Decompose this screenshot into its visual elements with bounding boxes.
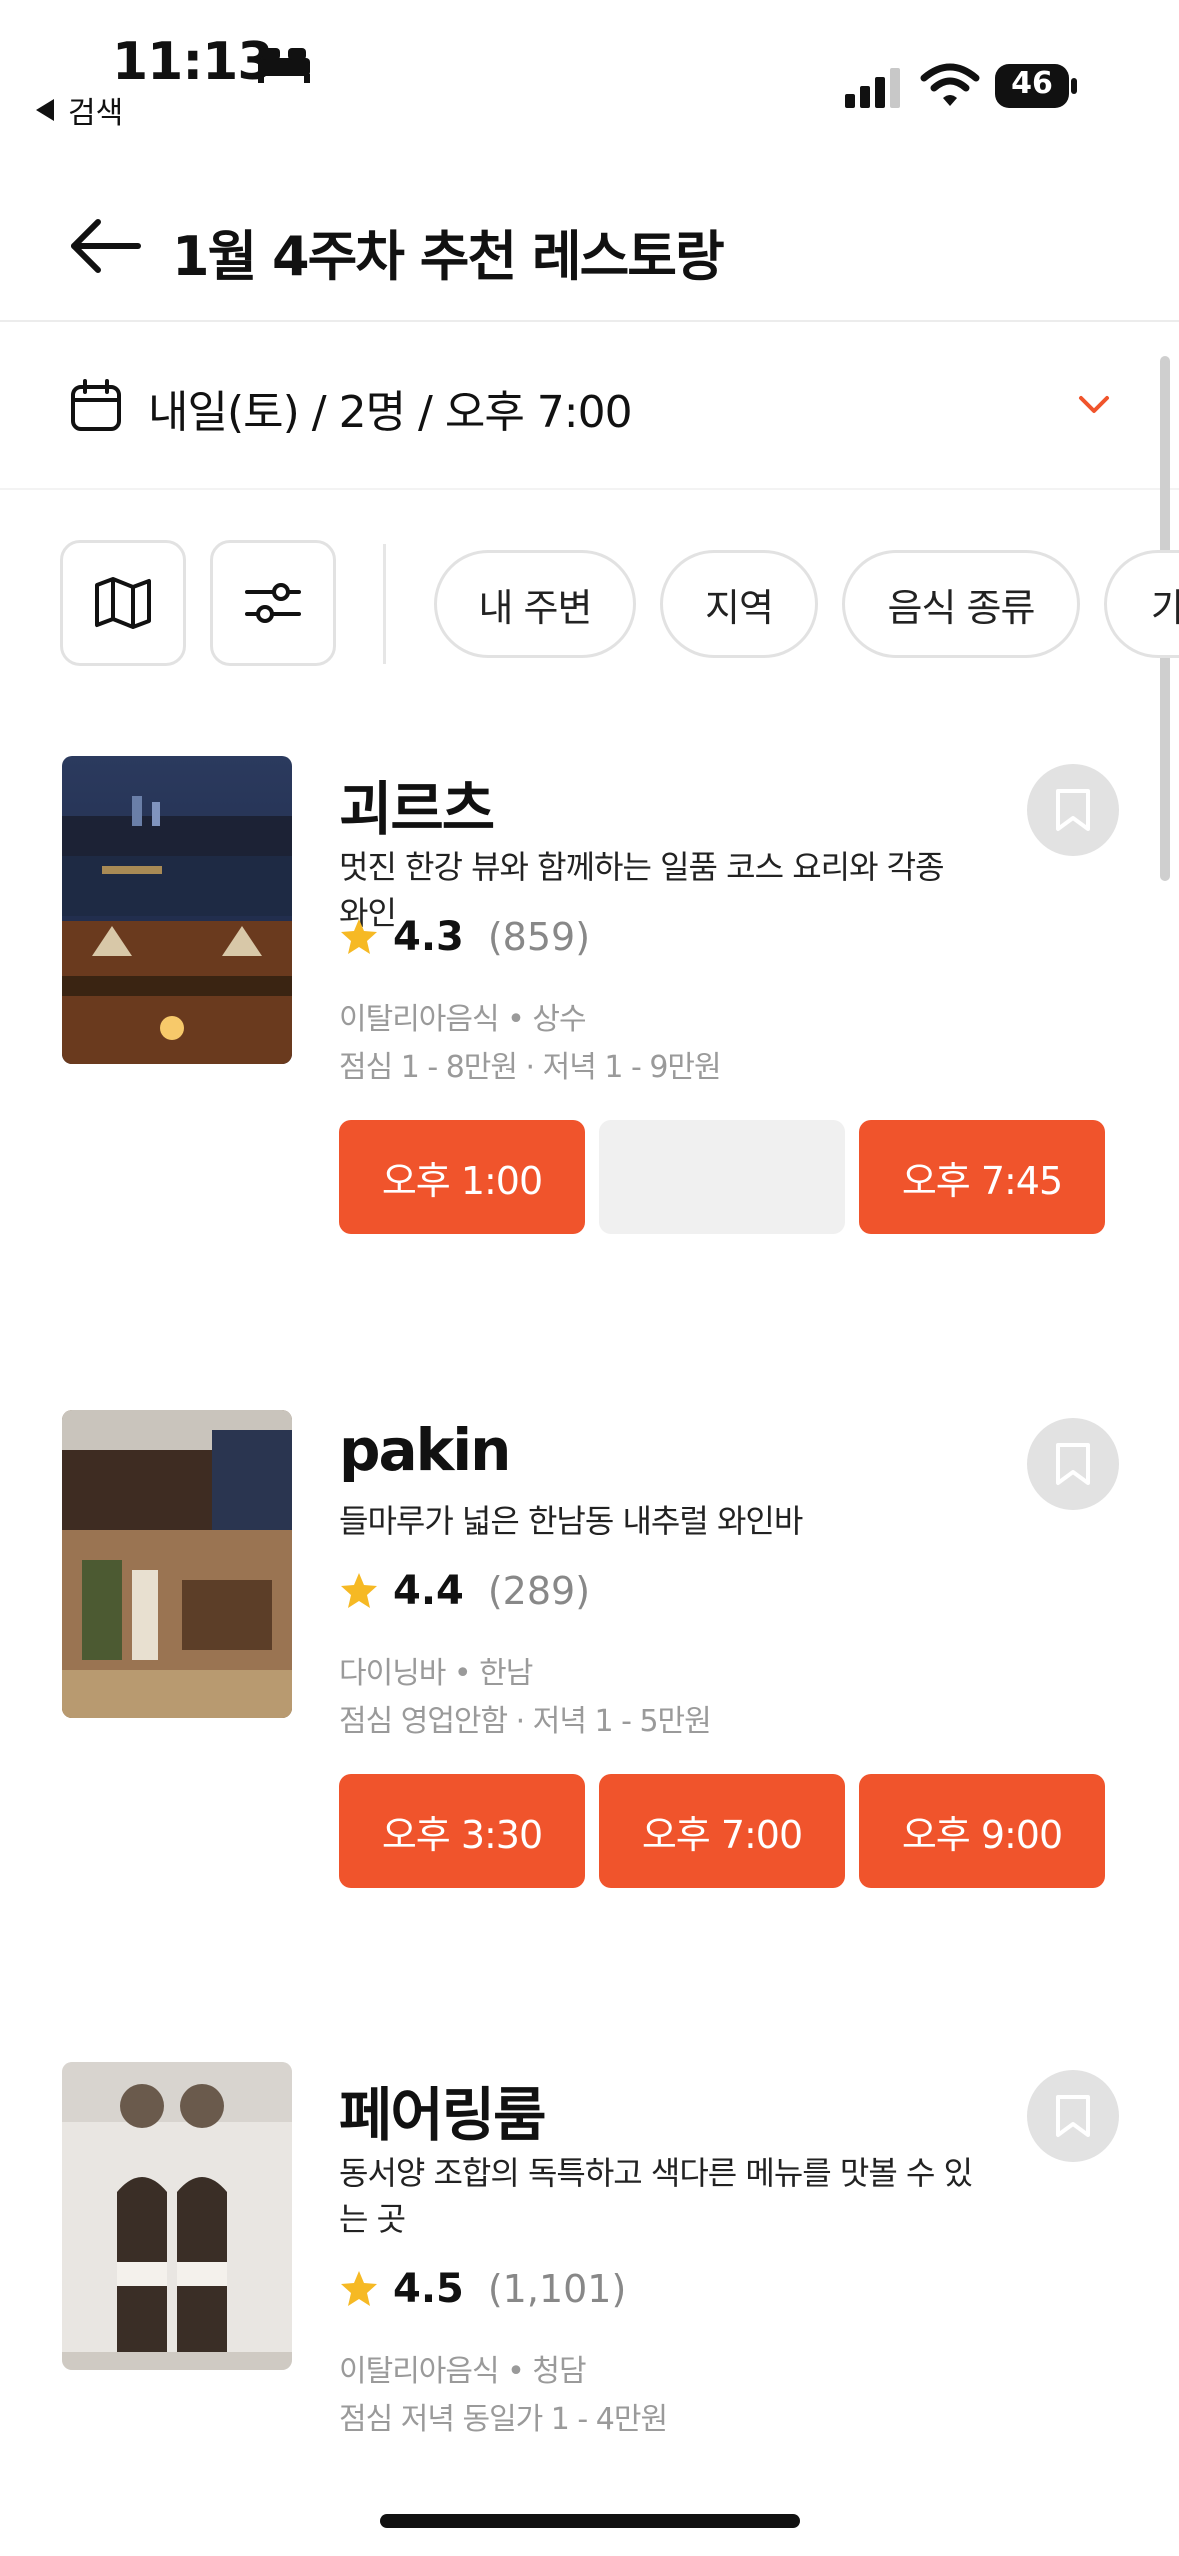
back-arrow-icon[interactable] bbox=[70, 218, 142, 274]
rating-value: 4.5 bbox=[393, 2266, 464, 2312]
star-icon bbox=[341, 2271, 377, 2306]
restaurant-photo bbox=[62, 756, 292, 1064]
signal-icon bbox=[845, 68, 900, 108]
filter-divider bbox=[383, 544, 386, 664]
star-icon bbox=[341, 1573, 377, 1608]
map-icon bbox=[95, 577, 151, 629]
restaurant-name[interactable]: 페어링룸 bbox=[339, 2068, 546, 2152]
bookmark-icon bbox=[1056, 1443, 1090, 1485]
sliders-icon bbox=[245, 583, 301, 623]
bookmark-icon bbox=[1056, 2095, 1090, 2137]
restaurant-name[interactable]: 괴르츠 bbox=[339, 762, 495, 846]
rating-value: 4.4 bbox=[393, 1568, 464, 1614]
restaurant-category: 다이닝바 • 한남 bbox=[339, 1656, 533, 1691]
rating-row: 4.5 (1,101) bbox=[339, 2266, 626, 2312]
chip-nearby[interactable]: 내 주변 bbox=[434, 550, 636, 658]
restaurant-photo bbox=[62, 1410, 292, 1718]
time-slot-button[interactable]: 오후 7:00 bbox=[599, 1774, 845, 1888]
bed-icon bbox=[258, 48, 310, 83]
calendar-icon bbox=[71, 379, 121, 431]
review-count: (1,101) bbox=[487, 2267, 627, 2311]
restaurant-price: 점심 영업안함 · 저녁 1 - 5만원 bbox=[339, 1704, 712, 1739]
chip-region[interactable]: 지역 bbox=[660, 550, 818, 658]
chip-cuisine[interactable]: 음식 종류 bbox=[842, 550, 1080, 658]
rating-row: 4.3 (859) bbox=[339, 914, 590, 960]
time-slot-button[interactable]: 오후 7:45 bbox=[859, 1120, 1105, 1234]
restaurant-photo bbox=[62, 2062, 292, 2370]
map-view-button[interactable] bbox=[60, 540, 186, 666]
restaurant-price: 점심 1 - 8만원 · 저녁 1 - 9만원 bbox=[339, 1050, 722, 1085]
wifi-icon bbox=[920, 63, 980, 106]
review-count: (859) bbox=[487, 915, 591, 959]
filter-bar: 내 주변 지역 음식 종류 가 bbox=[0, 540, 1179, 666]
reservation-summary: 내일(토) / 2명 / 오후 7:00 bbox=[148, 387, 633, 438]
review-count: (289) bbox=[487, 1569, 591, 1613]
reservation-selector[interactable]: 내일(토) / 2명 / 오후 7:00 bbox=[0, 324, 1179, 490]
time-slot-button[interactable]: 오후 1:00 bbox=[339, 1120, 585, 1234]
bookmark-button[interactable] bbox=[1027, 2070, 1119, 2162]
bookmark-button[interactable] bbox=[1027, 764, 1119, 856]
chevron-down-icon[interactable] bbox=[1078, 394, 1110, 416]
battery-icon: 46 bbox=[995, 64, 1077, 108]
chip-price[interactable]: 가 bbox=[1104, 550, 1179, 658]
bookmark-button[interactable] bbox=[1027, 1418, 1119, 1510]
restaurant-name[interactable]: pakin bbox=[339, 1416, 511, 1484]
time-slot-button[interactable]: 오후 9:00 bbox=[859, 1774, 1105, 1888]
star-icon bbox=[341, 919, 377, 954]
restaurant-category: 이탈리아음식 • 상수 bbox=[339, 1002, 587, 1037]
battery-level: 46 bbox=[1011, 66, 1053, 101]
back-app-label: 검색 bbox=[68, 96, 124, 131]
back-to-search-link[interactable]: 검색 bbox=[36, 88, 123, 132]
page-title: 1월 4주차 추천 레스토랑 bbox=[172, 225, 725, 288]
time-slot-button[interactable]: 오후 3:30 bbox=[339, 1774, 585, 1888]
restaurant-category: 이탈리아음식 • 청담 bbox=[339, 2354, 587, 2389]
rating-row: 4.4 (289) bbox=[339, 1568, 590, 1614]
status-time: 11:13 bbox=[112, 32, 274, 92]
restaurant-price: 점심 저녁 동일가 1 - 4만원 bbox=[339, 2402, 668, 2437]
time-slot-empty bbox=[599, 1120, 845, 1234]
restaurant-description: 들마루가 넓은 한남동 내추럴 와인바 bbox=[339, 1502, 803, 1540]
restaurant-description: 동서양 조합의 독특하고 색다른 메뉴를 맛볼 수 있는 곳 bbox=[339, 2154, 973, 2238]
status-bar: 11:13 검색 46 bbox=[0, 0, 1179, 170]
back-triangle-icon bbox=[36, 99, 54, 121]
rating-value: 4.3 bbox=[393, 914, 464, 960]
home-indicator[interactable] bbox=[380, 2514, 800, 2528]
bookmark-icon bbox=[1056, 789, 1090, 831]
filter-settings-button[interactable] bbox=[210, 540, 336, 666]
page-header: 1월 4주차 추천 레스토랑 bbox=[0, 170, 1179, 322]
